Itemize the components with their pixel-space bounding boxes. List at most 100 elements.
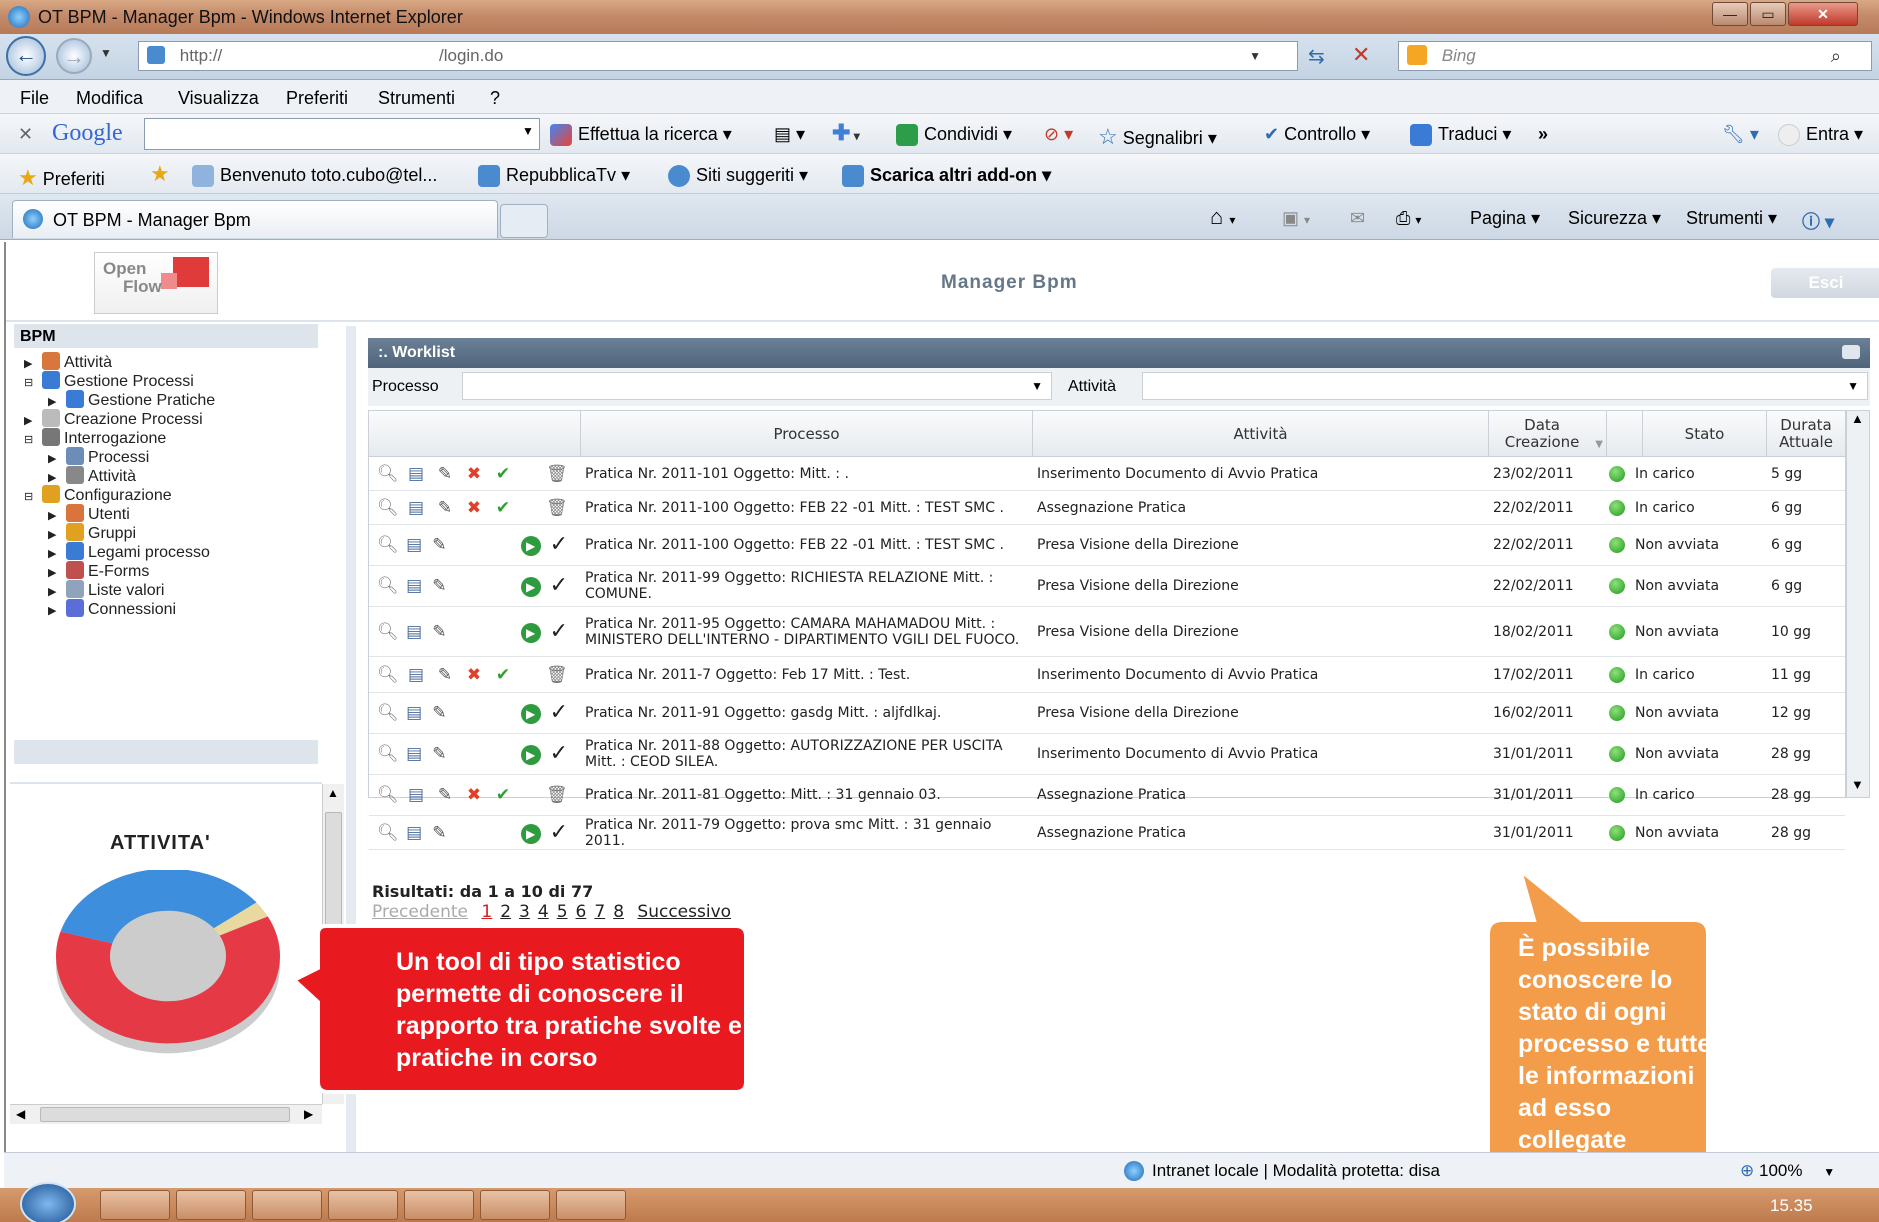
close-toolbar-icon[interactable]: ✕ [18, 124, 33, 145]
sidebar-item[interactable]: ▶ Liste valori [48, 580, 164, 600]
col-durata[interactable]: Durata Attuale [1767, 411, 1845, 457]
page-link[interactable]: 8 [613, 902, 624, 922]
col-attivita[interactable]: Attività [1033, 411, 1489, 457]
expand-arrow-icon[interactable]: ▶ [48, 509, 66, 522]
tools-menu[interactable]: Strumenti ▾ [1686, 208, 1777, 229]
zoom-icon[interactable]: 🔍︎ [377, 703, 399, 723]
attach-icon[interactable]: ✎ [435, 464, 455, 484]
zoom-icon[interactable]: 🔍︎ [377, 576, 399, 596]
forward-icon[interactable]: → [56, 38, 92, 74]
sidebar-item[interactable]: ▶ Utenti [48, 504, 130, 524]
wrench-icon[interactable]: 🔧︎ ▾ [1722, 124, 1759, 145]
taskbar-explorer[interactable] [252, 1190, 322, 1220]
menu-file[interactable]: File [20, 88, 49, 109]
row-processo[interactable]: Pratica Nr. 2011-101 Oggetto: Mitt. : . [585, 457, 1029, 490]
form-icon[interactable]: ▤ [406, 498, 426, 518]
check-icon[interactable]: ✓ [550, 743, 568, 765]
table-row[interactable]: 🔍︎ ▤ ✎ ▶ ✓ Pratica Nr. 2011-100 Oggetto: FEB … [369, 525, 1845, 566]
page-menu[interactable]: Pagina ▾ [1470, 208, 1540, 229]
row-processo[interactable]: Pratica Nr. 2011-79 Oggetto: prova smc M… [585, 816, 1029, 849]
url-dropdown-icon[interactable]: ▼ [1249, 42, 1261, 70]
taskbar-messenger[interactable] [328, 1190, 398, 1220]
start-button[interactable] [20, 1182, 76, 1222]
trash-icon[interactable]: 🗑︎ [546, 785, 568, 805]
approve-icon[interactable]: ✔ [493, 785, 513, 805]
bookmarks-button[interactable]: ☆ Segnalibri ▾ [1098, 124, 1217, 150]
row-processo[interactable]: Pratica Nr. 2011-81 Oggetto: Mitt. : 31 … [585, 775, 1029, 815]
delete-icon[interactable]: ✖ [464, 498, 484, 518]
page-link[interactable]: 1 [481, 902, 492, 922]
table-row[interactable]: 🔍︎ ▤ ✎ ✖ ✔ 🗑︎ Pratica Nr. 2011-81 Oggetto: Mit… [369, 775, 1845, 816]
google-search-input[interactable] [144, 118, 540, 150]
start-icon[interactable]: ▶ [520, 622, 541, 643]
back-icon[interactable]: ← [6, 36, 46, 76]
security-zone[interactable]: Intranet locale | Modalità protetta: dis… [1152, 1161, 1482, 1181]
prev-link[interactable]: Precedente [372, 902, 468, 922]
expand-arrow-icon[interactable]: ▶ [48, 471, 66, 484]
attach-icon[interactable]: ✎ [431, 535, 447, 555]
col-data[interactable]: Data Creazione ▼ [1489, 411, 1607, 457]
check-icon[interactable]: ✓ [550, 702, 568, 724]
row-processo[interactable]: Pratica Nr. 2011-100 Oggetto: FEB 22 -01… [585, 525, 1029, 565]
attach-icon[interactable]: ✎ [431, 823, 447, 843]
sidebar-item[interactable]: ▶ Attività [48, 466, 136, 486]
table-row[interactable]: 🔍︎ ▤ ✎ ✖ ✔ 🗑︎ Pratica Nr. 2011-100 Oggetto: FE… [369, 491, 1845, 525]
sidebar-item[interactable]: ▶ Processi [48, 447, 149, 467]
row-processo[interactable]: Pratica Nr. 2011-91 Oggetto: gasdg Mitt.… [585, 693, 1029, 733]
scroll-right-icon[interactable]: ▶ [304, 1107, 313, 1121]
form-icon[interactable]: ▤ [406, 464, 426, 484]
row-processo[interactable]: Pratica Nr. 2011-100 Oggetto: FEB 22 -01… [585, 491, 1029, 524]
clock[interactable]: 15.35 [1770, 1196, 1813, 1216]
delete-icon[interactable]: ✖ [464, 785, 484, 805]
sidebar-item[interactable]: ▶ E-Forms [48, 561, 149, 581]
form-icon[interactable]: ▤ [406, 576, 422, 596]
security-menu[interactable]: Sicurezza ▾ [1568, 208, 1661, 229]
form-icon[interactable]: ▤ [406, 535, 422, 555]
row-processo[interactable]: Pratica Nr. 2011-88 Oggetto: AUTORIZZAZI… [585, 734, 1029, 774]
help-icon[interactable]: ⓘ ▾ [1802, 208, 1834, 234]
table-row[interactable]: 🔍︎ ▤ ✎ ✖ ✔ 🗑︎ Pratica Nr. 2011-101 Oggetto: Mi… [369, 457, 1845, 491]
taskbar-outlook[interactable] [480, 1190, 550, 1220]
scroll-up-icon[interactable]: ▲ [327, 786, 339, 800]
page-link[interactable]: 6 [576, 902, 587, 922]
scroll-down-icon[interactable]: ▼ [1851, 777, 1864, 792]
collapse-icon[interactable]: ⊟ [24, 490, 42, 503]
sidebar-item[interactable]: ⊟ Gestione Processi [24, 371, 194, 391]
maximize-button[interactable]: ▭ [1750, 2, 1786, 26]
collapse-icon[interactable] [1842, 345, 1860, 359]
page-menu-icon[interactable]: ▤ ▾ [774, 124, 805, 145]
url-input[interactable]: http:// /login.do ▼ [138, 41, 1298, 71]
expand-arrow-icon[interactable]: ▶ [48, 528, 66, 541]
taskbar-network[interactable] [556, 1190, 626, 1220]
zoom-icon[interactable]: 🔍︎ [377, 622, 399, 642]
sidebar-item[interactable]: ▶ Attività [24, 352, 112, 372]
taskbar-ie[interactable] [176, 1190, 246, 1220]
zoom-icon[interactable]: 🔍︎ [377, 464, 399, 484]
google-search-button[interactable]: Effettua la ricerca ▾ [550, 124, 732, 147]
attach-icon[interactable]: ✎ [431, 622, 447, 642]
attach-icon[interactable]: ✎ [435, 665, 455, 685]
start-icon[interactable]: ▶ [520, 823, 541, 844]
row-processo[interactable]: Pratica Nr. 2011-95 Oggetto: CAMARA MAHA… [585, 607, 1029, 656]
fav-repubblica[interactable]: RepubblicaTv ▾ [478, 165, 630, 188]
page-link[interactable]: 2 [500, 902, 511, 922]
more-icon[interactable]: » [1538, 124, 1548, 145]
zoom-icon[interactable]: 🔍︎ [377, 535, 399, 555]
collapse-icon[interactable]: ⊟ [24, 376, 42, 389]
form-icon[interactable]: ▤ [406, 823, 422, 843]
form-icon[interactable]: ▤ [406, 744, 422, 764]
attach-icon[interactable]: ✎ [431, 576, 447, 596]
form-icon[interactable]: ▤ [406, 703, 422, 723]
sidebar-item[interactable]: ⊟ Configurazione [24, 485, 172, 505]
table-row[interactable]: 🔍︎ ▤ ✎ ▶ ✓ Pratica Nr. 2011-79 Oggetto: prova… [369, 816, 1845, 850]
minimize-button[interactable]: — [1712, 2, 1748, 26]
zoom-icon[interactable]: 🔍︎ [377, 498, 399, 518]
check-icon[interactable]: ✓ [550, 534, 568, 556]
horizontal-scrollbar[interactable]: ◀ ▶ [10, 1104, 322, 1124]
start-icon[interactable]: ▶ [520, 535, 541, 556]
sidebar-item[interactable]: ▶ Legami processo [48, 542, 210, 562]
taskbar-media[interactable] [100, 1190, 170, 1220]
block-icon[interactable]: ⊘ ▾ [1044, 124, 1073, 145]
print-icon[interactable]: ⎙ ▾ [1396, 208, 1421, 229]
zoom-icon[interactable]: 🔍︎ [377, 823, 399, 843]
